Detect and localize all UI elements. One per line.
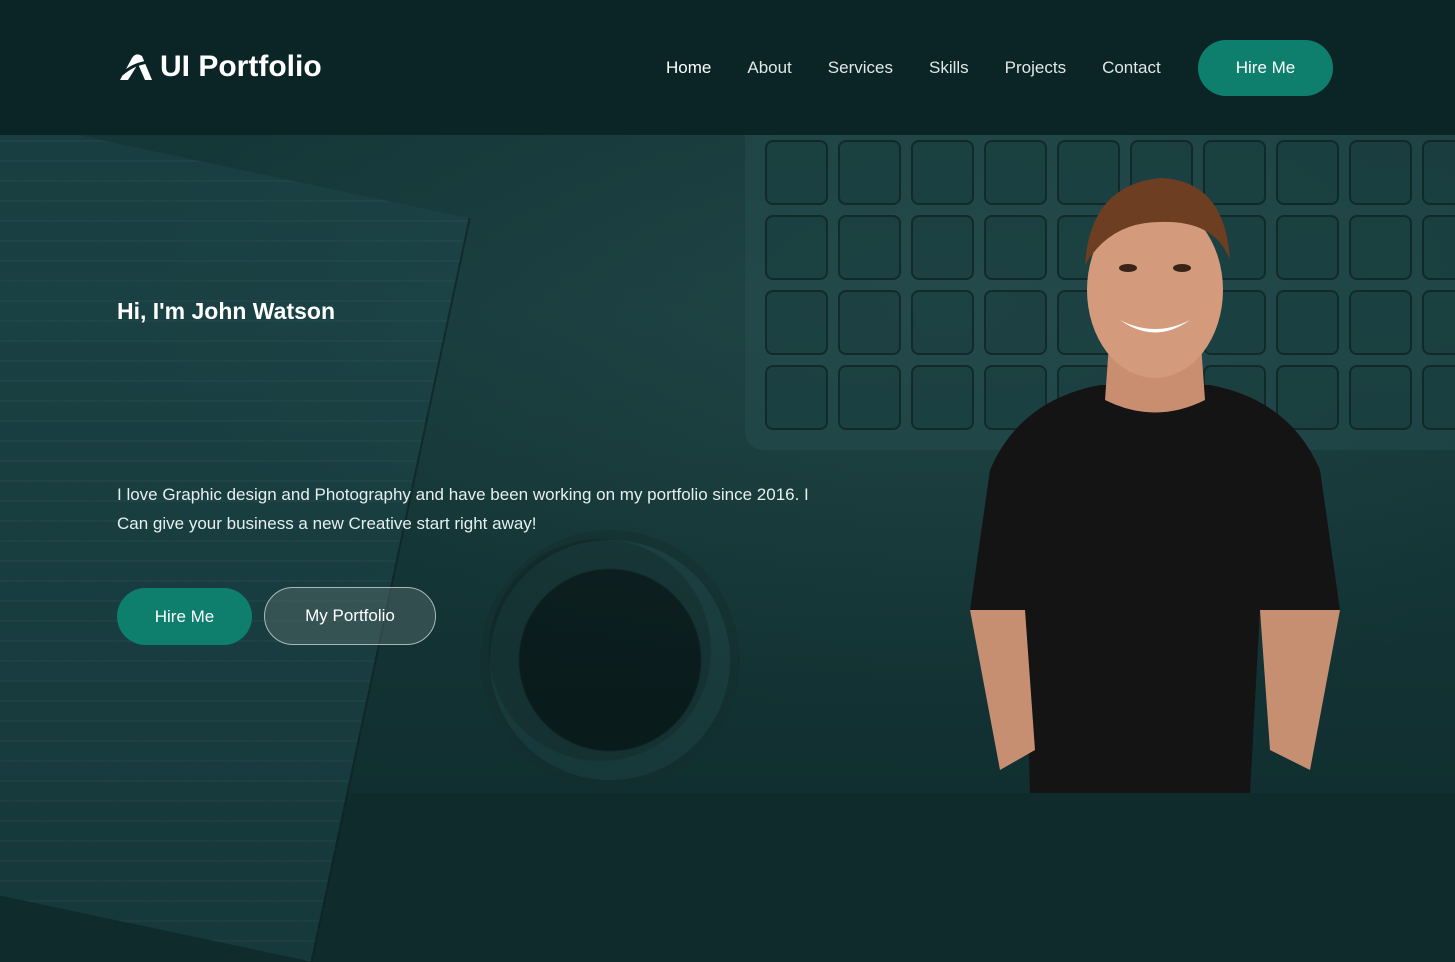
nav-item-skills[interactable]: Skills [929, 58, 969, 78]
background-coffee-cup [480, 530, 740, 790]
site-header: UI Portfolio Home About Services Skills … [0, 0, 1455, 135]
hero-description: I love Graphic design and Photography an… [117, 485, 809, 533]
nav-item-services[interactable]: Services [828, 58, 893, 78]
header-hire-me-button[interactable]: Hire Me [1198, 40, 1333, 96]
nav-item-about[interactable]: About [747, 58, 791, 78]
nav-item-home[interactable]: Home [666, 58, 711, 78]
portrait-image [970, 178, 1340, 793]
logo-mark-icon [120, 54, 153, 80]
brand-name: UI Portfolio [160, 50, 322, 83]
hero-title: Hi, I'm John Watson [117, 298, 336, 324]
hero-hire-me-button[interactable]: Hire Me [117, 588, 252, 645]
nav-item-projects[interactable]: Projects [1005, 58, 1066, 78]
brand-logo[interactable]: UI Portfolio [118, 50, 322, 84]
my-portfolio-button[interactable]: My Portfolio [264, 587, 436, 645]
main-nav: Home About Services Skills Projects Cont… [666, 58, 1161, 78]
nav-item-contact[interactable]: Contact [1102, 58, 1161, 78]
